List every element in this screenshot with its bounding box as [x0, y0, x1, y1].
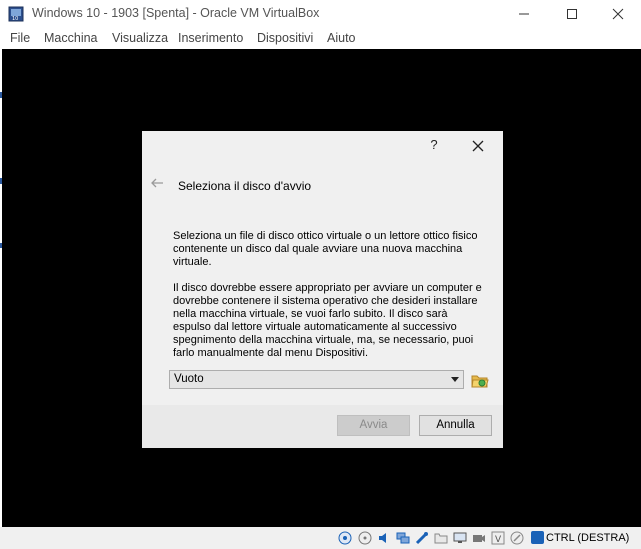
audio-icon[interactable]: [377, 531, 391, 545]
menu-dispositivi[interactable]: Dispositivi: [257, 31, 313, 45]
optical-drive-icon[interactable]: [358, 531, 372, 545]
title-bar: 10 Windows 10 - 1903 [Spenta] - Oracle V…: [0, 0, 641, 28]
menu-aiuto[interactable]: Aiuto: [327, 31, 356, 45]
disk-select-dropdown[interactable]: Vuoto: [169, 370, 464, 389]
help-button[interactable]: ?: [428, 137, 440, 155]
close-dialog-button[interactable]: [471, 139, 485, 153]
maximize-button[interactable]: [549, 0, 595, 28]
svg-text:10: 10: [12, 16, 18, 22]
folder-icon: [471, 375, 489, 388]
close-window-button[interactable]: [595, 0, 641, 28]
menu-file[interactable]: File: [10, 31, 30, 45]
display-icon[interactable]: [453, 531, 467, 545]
select-start-disk-dialog: ? Seleziona il disco d'avvio Seleziona u…: [142, 131, 503, 448]
shared-folders-icon[interactable]: [434, 531, 448, 545]
minimize-button[interactable]: [501, 0, 547, 28]
dialog-heading: Seleziona il disco d'avvio: [178, 179, 312, 193]
description-paragraph-2: Il disco dovrebbe essere appropriato per…: [173, 282, 482, 359]
host-key-label: CTRL (DESTRA): [546, 532, 630, 544]
svg-text:V: V: [495, 535, 502, 545]
virtualbox-app-icon: 10: [8, 6, 24, 22]
mouse-integration-icon[interactable]: [510, 531, 524, 545]
edge-marker: [0, 92, 2, 98]
disk-select-value: Vuoto: [174, 373, 204, 385]
menu-visualizza[interactable]: Visualizza: [112, 31, 168, 45]
edge-marker: [0, 178, 2, 184]
cancel-button[interactable]: Annulla: [419, 415, 492, 436]
chevron-down-icon: [451, 377, 459, 382]
description-paragraph-1: Seleziona un file di disco ottico virtua…: [173, 230, 478, 268]
status-bar: V CTRL (DESTRA): [0, 527, 641, 549]
menu-bar: File Macchina Visualizza Inserimento Dis…: [0, 28, 641, 49]
window-title: Windows 10 - 1903 [Spenta] - Oracle VM V…: [32, 6, 320, 20]
virtualization-icon[interactable]: V: [491, 531, 505, 545]
menu-macchina[interactable]: Macchina: [44, 31, 98, 45]
choose-disk-file-button[interactable]: [471, 371, 489, 389]
edge-marker: [0, 243, 2, 248]
start-button[interactable]: Avvia: [337, 415, 410, 436]
usb-icon[interactable]: [415, 531, 429, 545]
menu-inserimento[interactable]: Inserimento: [178, 31, 243, 45]
host-key-icon[interactable]: [531, 531, 544, 544]
back-arrow-icon[interactable]: [150, 177, 164, 189]
hard-disk-icon[interactable]: [338, 531, 352, 545]
video-capture-icon[interactable]: [472, 531, 486, 545]
network-icon[interactable]: [396, 531, 410, 545]
